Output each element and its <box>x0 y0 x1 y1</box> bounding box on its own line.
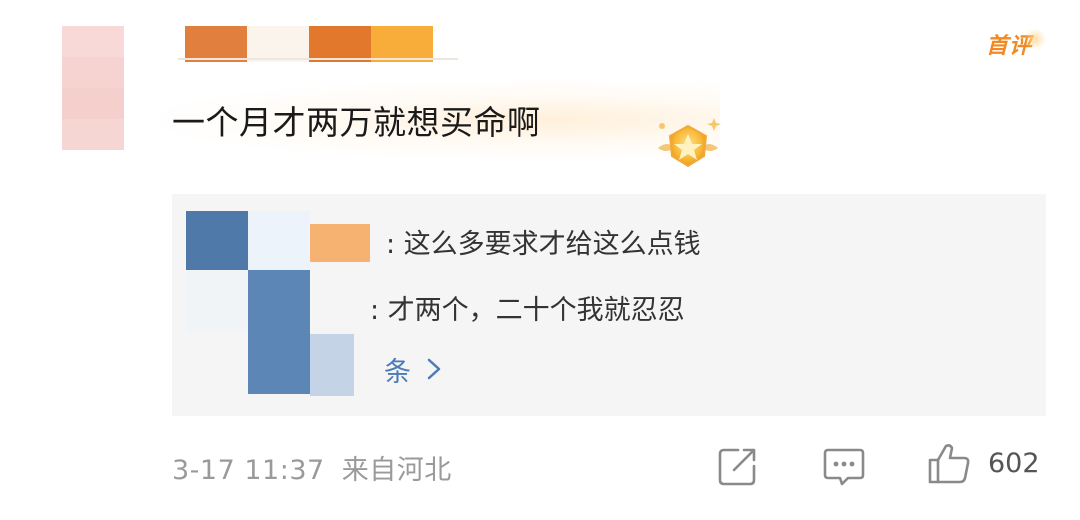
username-pixelated[interactable] <box>185 26 433 62</box>
chevron-right-icon <box>427 358 440 380</box>
comment-text: 一个月才两万就想买命啊 <box>172 103 541 142</box>
reply-item[interactable]: : 这么多要求才给这么点钱 <box>386 222 701 261</box>
like-count: 602 <box>988 448 1040 479</box>
like-icon[interactable] <box>926 440 972 486</box>
username-underline <box>178 58 458 60</box>
reply-text: : 这么多要求才给这么点钱 <box>386 229 701 260</box>
comment-meta: 3-17 11:37 来自河北 <box>172 448 452 487</box>
reply-item[interactable]: : 才两个，二十个我就忍忍 <box>370 288 685 327</box>
reply-username-pixelated[interactable] <box>310 334 354 396</box>
comment-date: 3-17 11:37 <box>172 455 325 486</box>
comment-icon[interactable] <box>822 444 866 488</box>
reply-username-pixelated[interactable] <box>310 224 370 262</box>
avatar[interactable] <box>62 26 124 150</box>
view-more-label: 条 <box>384 357 411 388</box>
reply-username-pixelated[interactable] <box>248 270 310 394</box>
first-comment-badge: 首评 <box>986 28 1047 60</box>
comment-source: 来自河北 <box>341 455 452 486</box>
medal-icon <box>658 118 721 168</box>
reply-username-pixelated[interactable] <box>248 211 310 273</box>
replies-box[interactable]: : 这么多要求才给这么点钱 : 才两个，二十个我就忍忍 条 <box>172 194 1046 416</box>
view-more-replies-link[interactable]: 条 <box>384 350 442 389</box>
reply-username-pixelated[interactable] <box>186 270 248 332</box>
share-icon[interactable] <box>716 444 760 488</box>
reply-username-pixelated[interactable] <box>186 211 248 273</box>
reply-text: : 才两个，二十个我就忍忍 <box>370 295 685 326</box>
